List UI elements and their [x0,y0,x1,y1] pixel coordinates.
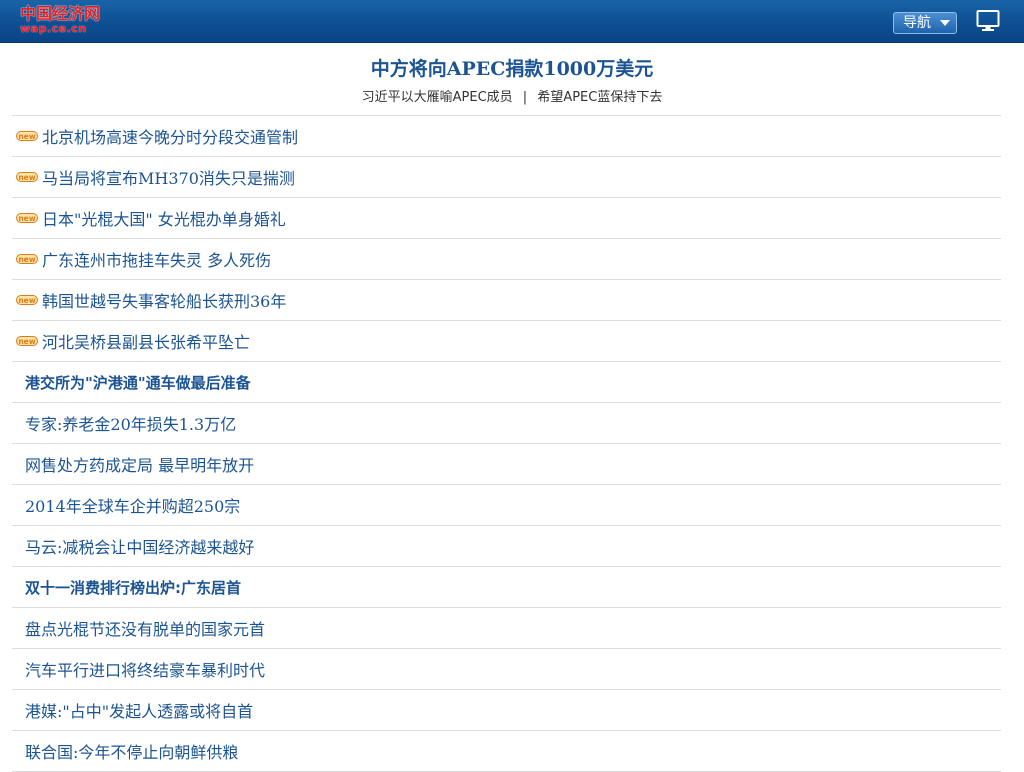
news-item[interactable]: new 北京机场高速今晚分时分段交通管制 [12,116,1001,157]
top-header-bar: 中国经济网 wap.ce.cn 导航 [0,0,1024,43]
news-item[interactable]: 盘点光棍节还没有脱单的国家元首 [12,608,1001,649]
svg-text:new: new [18,173,35,182]
news-item[interactable]: 港交所为"沪港通"通车做最后准备 [12,362,1001,403]
news-title: 汽车平行进口将终结豪车暴利时代 [25,661,266,680]
news-item[interactable]: 2014年全球车企并购超250宗 [12,485,1001,526]
news-item[interactable]: new 河北吴桥县副县长张希平坠亡 [12,321,1001,362]
news-title: 韩国世越号失事客轮船长获刑36年 [42,292,287,311]
new-badge-icon: new [16,295,38,305]
news-title: 马当局将宣布MH370消失只是揣测 [42,169,295,188]
logo-text: 中国经济网 [20,4,101,23]
site-logo[interactable]: 中国经济网 wap.ce.cn [20,5,104,37]
news-title: 北京机场高速今晚分时分段交通管制 [42,128,299,147]
caret-down-icon [940,20,950,26]
news-title: 2014年全球车企并购超250宗 [25,497,241,516]
news-item[interactable]: 网售处方药成定局 最早明年放开 [12,444,1001,485]
news-item[interactable]: new 马当局将宣布MH370消失只是揣测 [12,157,1001,198]
news-title: 专家:养老金20年损失1.3万亿 [25,415,237,434]
news-item[interactable]: new 广东连州市拖挂车失灵 多人死伤 [12,239,1001,280]
news-item[interactable]: new 韩国世越号失事客轮船长获刑36年 [12,280,1001,321]
news-item[interactable]: new 日本"光棍大国" 女光棍办单身婚礼 [12,198,1001,239]
news-title: 双十一消费排行榜出炉:广东居首 [25,578,242,597]
new-badge-icon: new [16,131,38,141]
sub-link-2[interactable]: 希望APEC蓝保持下去 [537,90,662,105]
news-item[interactable]: 汽车平行进口将终结豪车暴利时代 [12,649,1001,690]
svg-text:new: new [18,132,35,141]
news-title: 网售处方药成定局 最早明年放开 [25,456,255,475]
headline-section: 中方将向APEC捐款1000万美元 [0,43,1024,81]
logo-url: wap.ce.cn [20,22,87,35]
nav-menu-button[interactable]: 导航 [893,12,957,34]
svg-text:new: new [18,255,35,264]
news-title: 广东连州市拖挂车失灵 多人死伤 [42,251,272,270]
nav-menu-label: 导航 [903,15,931,31]
svg-text:new: new [18,214,35,223]
news-title: 日本"光棍大国" 女光棍办单身婚礼 [42,210,286,229]
news-title: 联合国:今年不停止向朝鲜供粮 [25,743,239,762]
news-list: new 北京机场高速今晚分时分段交通管制 new 马当局将宣布MH370消失只是… [12,115,1001,772]
news-item[interactable]: 专家:养老金20年损失1.3万亿 [12,403,1001,444]
news-item[interactable]: 马云:减税会让中国经济越来越好 [12,526,1001,567]
svg-text:new: new [18,337,35,346]
sub-link-1[interactable]: 习近平以大雁喻APEC成员 [362,90,513,105]
news-item[interactable]: 港媒:"占中"发起人透露或将自首 [12,690,1001,731]
svg-text:new: new [18,296,35,305]
news-title: 港交所为"沪港通"通车做最后准备 [25,373,251,392]
sub-link-separator: | [522,90,528,105]
news-title: 河北吴桥县副县长张希平坠亡 [42,333,251,352]
new-badge-icon: new [16,336,38,346]
new-badge-icon: new [16,254,38,264]
new-badge-icon: new [16,213,38,223]
news-item[interactable]: 双十一消费排行榜出炉:广东居首 [12,567,1001,608]
news-title: 港媒:"占中"发起人透露或将自首 [25,702,254,721]
new-badge-icon: new [16,172,38,182]
desktop-monitor-icon[interactable] [976,9,1000,33]
news-item[interactable]: 联合国:今年不停止向朝鲜供粮 [12,731,1001,772]
news-title: 马云:减税会让中国经济越来越好 [25,538,255,557]
headline-sublinks: 习近平以大雁喻APEC成员 | 希望APEC蓝保持下去 [0,89,1024,107]
headline-title[interactable]: 中方将向APEC捐款1000万美元 [371,57,654,81]
news-title: 盘点光棍节还没有脱单的国家元首 [25,620,266,639]
